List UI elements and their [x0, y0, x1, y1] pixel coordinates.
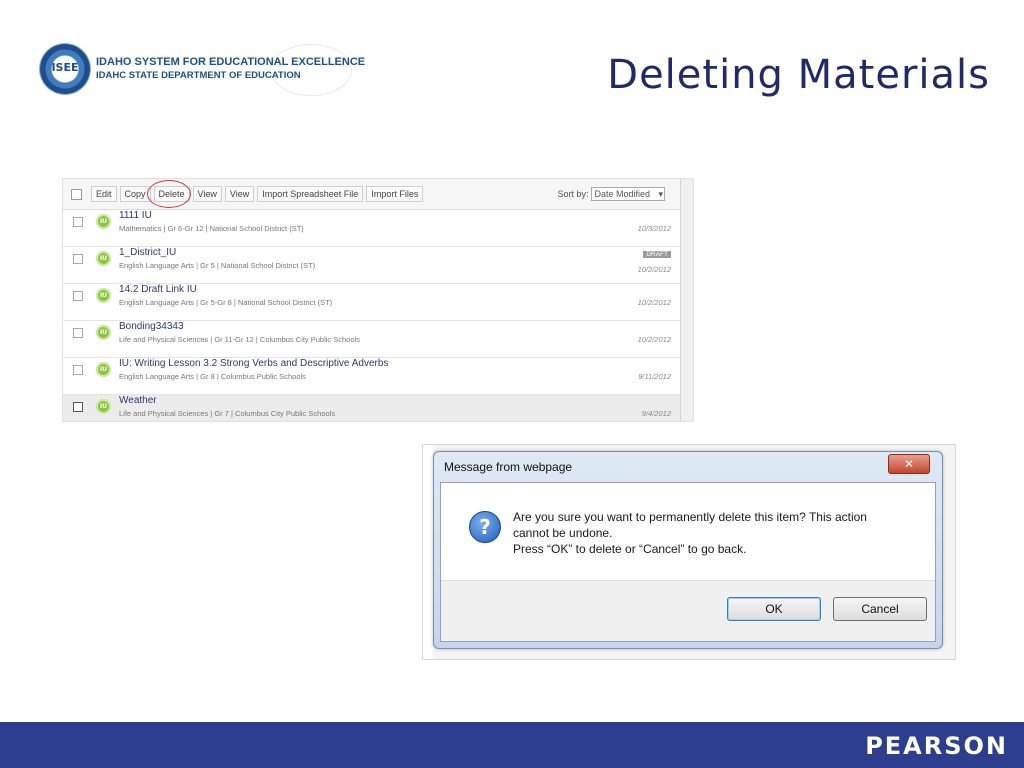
materials-list-screenshot: Edit Copy Delete View View Import Spread…: [62, 178, 694, 422]
list-item[interactable]: IU 1_District_IU English Language Arts |…: [63, 247, 681, 284]
material-title[interactable]: 14.2 Draft Link IU: [119, 284, 197, 295]
list-item[interactable]: IU Bonding34343 Life and Physical Scienc…: [63, 321, 681, 358]
row-checkbox[interactable]: [73, 365, 83, 375]
delete-button[interactable]: Delete: [146, 180, 191, 208]
dialog-message: Are you sure you want to permanently del…: [513, 509, 913, 557]
copy-button[interactable]: Copy: [119, 186, 151, 202]
row-checkbox[interactable]: [73, 291, 83, 301]
page-title: Deleting Materials: [607, 52, 990, 98]
list-scrollbar[interactable]: [680, 179, 693, 421]
import-files-button[interactable]: Import Files: [366, 186, 424, 202]
material-date: 9/4/2012: [641, 409, 671, 418]
footer-bar: PEARSON: [0, 722, 1024, 768]
material-meta: Life and Physical Sciences | Gr 7 | Colu…: [119, 409, 336, 418]
dialog-message-area: ? Are you sure you want to permanently d…: [441, 483, 935, 583]
view-button[interactable]: View: [192, 186, 222, 202]
sort-select[interactable]: Date Modified: [591, 187, 665, 201]
material-icon: IU: [96, 214, 111, 229]
material-title[interactable]: Weather: [119, 395, 157, 406]
material-icon: IU: [96, 399, 111, 414]
row-checkbox[interactable]: [73, 328, 83, 338]
background-page-fragment: [423, 445, 433, 659]
material-meta: Life and Physical Sciences | Gr 11-Gr 12…: [119, 335, 360, 344]
message-line-3: Press “OK” to delete or “Cancel” to go b…: [513, 542, 747, 556]
dialog-title: Message from webpage: [444, 460, 573, 474]
logo-line-1: IDAHO SYSTEM FOR EDUCATIONAL EXCELLENCE: [96, 56, 366, 68]
material-meta: English Language Arts | Gr 5-Gr 8 | Nati…: [119, 298, 333, 307]
list-item[interactable]: IU 14.2 Draft Link IU English Language A…: [63, 284, 681, 321]
material-date: 10/2/2012: [637, 298, 671, 307]
close-icon[interactable]: ✕: [888, 454, 930, 474]
view-button-2[interactable]: View: [224, 186, 255, 202]
row-checkbox[interactable]: [73, 217, 83, 227]
material-title[interactable]: 1_District_IU: [119, 247, 176, 258]
material-meta: English Language Arts | Gr 8 | Columbus …: [119, 372, 306, 381]
material-icon: IU: [96, 362, 111, 377]
draft-badge: DRAFT: [643, 251, 671, 258]
message-line-2: cannot be undone.: [513, 526, 613, 540]
import-spreadsheet-button[interactable]: Import Spreadsheet File: [257, 186, 364, 202]
sort-control: Sort by: Date Modified: [557, 187, 665, 201]
material-date: 10/2/2012: [637, 335, 671, 344]
material-date: 10/3/2012: [637, 224, 671, 233]
materials-rows: IU 1111 IU Mathematics | Gr 6-Gr 12 | Na…: [63, 210, 681, 421]
logo-line-2: IDAHC STATE DEPARTMENT OF EDUCATION: [96, 70, 301, 81]
list-toolbar: Edit Copy Delete View View Import Spread…: [63, 179, 681, 210]
material-icon: IU: [96, 325, 111, 340]
pearson-logo: PEARSON: [865, 732, 1008, 760]
dialog-screenshot: Message from webpage ✕ ? Are you sure yo…: [422, 444, 956, 660]
material-meta: Mathematics | Gr 6-Gr 12 | National Scho…: [119, 224, 304, 233]
ok-button[interactable]: OK: [727, 597, 821, 621]
material-title[interactable]: Bonding34343: [119, 321, 184, 332]
seal-text: ISEE: [51, 61, 79, 74]
row-checkbox-checked[interactable]: [73, 402, 83, 412]
material-date: 10/2/2012: [637, 265, 671, 274]
dialog-button-bar: OK Cancel: [441, 580, 935, 641]
question-icon: ?: [469, 511, 501, 543]
sort-label: Sort by:: [557, 189, 589, 199]
list-item[interactable]: IU IU: Writing Lesson 3.2 Strong Verbs a…: [63, 358, 681, 395]
material-icon: IU: [96, 251, 111, 266]
edit-button[interactable]: Edit: [91, 186, 117, 202]
material-icon: IU: [96, 288, 111, 303]
confirm-dialog: Message from webpage ✕ ? Are you sure yo…: [433, 451, 943, 649]
cancel-button[interactable]: Cancel: [833, 597, 927, 621]
isee-logo: ISEE IDAHO SYSTEM FOR EDUCATIONAL EXCELL…: [40, 44, 365, 96]
material-title[interactable]: 1111 IU: [119, 210, 152, 221]
list-item-selected[interactable]: IU Weather Life and Physical Sciences | …: [63, 395, 681, 421]
dialog-body: ? Are you sure you want to permanently d…: [440, 482, 936, 642]
message-line-1: Are you sure you want to permanently del…: [513, 510, 867, 524]
material-date: 9/11/2012: [638, 372, 671, 381]
list-item[interactable]: IU 1111 IU Mathematics | Gr 6-Gr 12 | Na…: [63, 210, 681, 247]
material-title[interactable]: IU: Writing Lesson 3.2 Strong Verbs and …: [119, 358, 388, 369]
material-meta: English Language Arts | Gr 5 | National …: [119, 261, 316, 270]
row-checkbox[interactable]: [73, 254, 83, 264]
select-all-checkbox[interactable]: [71, 189, 82, 200]
